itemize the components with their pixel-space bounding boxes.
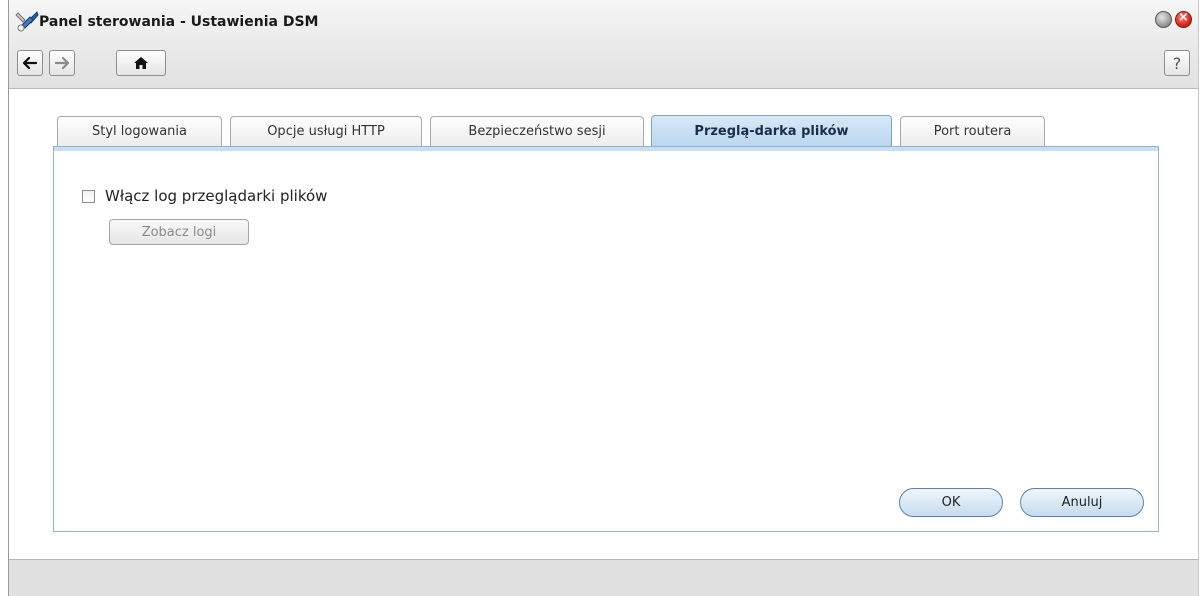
close-icon: ×	[1178, 10, 1189, 25]
title-bar: Panel sterowania - Ustawienia DSM × ?	[9, 0, 1198, 89]
arrow-right-icon	[55, 57, 69, 69]
enable-log-label: Włącz log przeglądarki plików	[105, 187, 328, 205]
view-logs-button[interactable]: Zobacz logi	[109, 219, 249, 245]
file-browser-panel: Włącz log przeglądarki plików Zobacz log…	[53, 146, 1159, 532]
home-icon	[134, 57, 148, 69]
control-panel-icon	[15, 10, 39, 32]
panel-accent-strip	[54, 147, 1158, 151]
close-button[interactable]: ×	[1175, 10, 1192, 28]
arrow-left-icon	[23, 57, 37, 69]
tab-router-port[interactable]: Port routera	[900, 116, 1045, 146]
tab-file-browser[interactable]: Przeglą-darka plików	[651, 115, 892, 147]
home-button[interactable]	[116, 50, 166, 76]
help-button[interactable]: ?	[1164, 50, 1190, 76]
tab-session-security[interactable]: Bezpieczeństwo sesji	[430, 116, 644, 146]
tab-http-options[interactable]: Opcje usługi HTTP	[230, 116, 422, 146]
control-panel-window: Panel sterowania - Ustawienia DSM × ? St…	[8, 0, 1199, 596]
enable-log-checkbox[interactable]	[82, 189, 95, 203]
content-area: Styl logowania Opcje usługi HTTP Bezpiec…	[9, 89, 1198, 559]
tab-login-style[interactable]: Styl logowania	[57, 116, 222, 146]
cancel-button[interactable]: Anuluj	[1020, 488, 1144, 517]
status-bar	[9, 559, 1198, 596]
minimize-button[interactable]	[1155, 11, 1172, 28]
window-title: Panel sterowania - Ustawienia DSM	[39, 14, 319, 30]
back-button[interactable]	[17, 50, 43, 76]
enable-log-row: Włącz log przeglądarki plików	[82, 187, 327, 205]
forward-button[interactable]	[49, 50, 75, 76]
ok-button[interactable]: OK	[899, 488, 1003, 517]
